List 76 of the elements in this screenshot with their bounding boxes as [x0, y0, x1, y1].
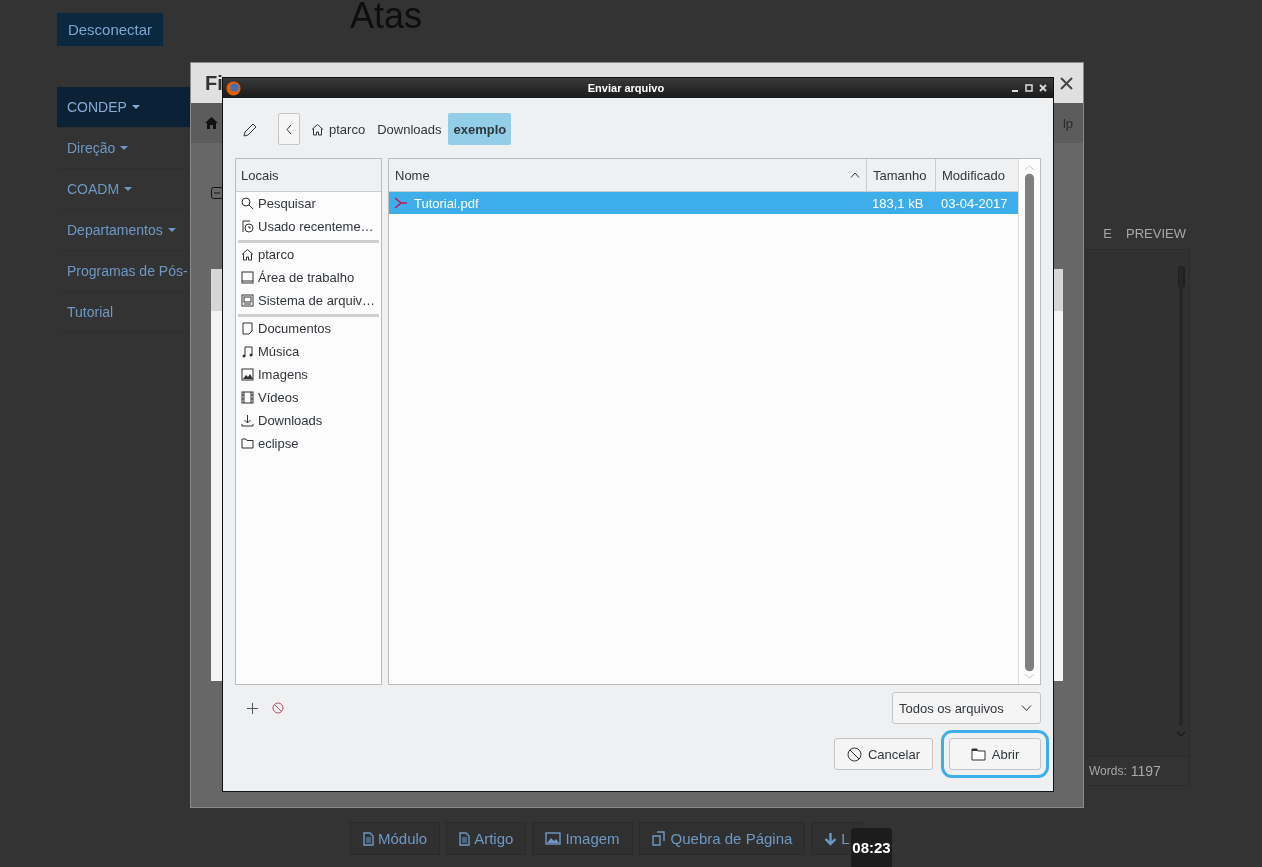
column-header[interactable]: Tamanho — [867, 159, 936, 191]
place-item[interactable]: Pesquisar — [238, 192, 379, 215]
download-icon — [241, 414, 254, 427]
place-item[interactable]: Sistema de arquiv… — [238, 289, 379, 312]
folder-icon — [241, 437, 254, 450]
pencil-icon[interactable] — [243, 121, 258, 137]
drive-icon — [241, 294, 254, 307]
home-icon — [311, 122, 324, 136]
word-count-label: Words: — [1089, 764, 1127, 778]
place-label: Pesquisar — [258, 196, 316, 211]
monitor-icon — [241, 271, 254, 284]
file-name: Tutorial.pdf — [414, 195, 479, 211]
cancel-icon — [846, 746, 862, 762]
insert-button[interactable]: Artigo — [446, 822, 527, 855]
search-icon — [241, 197, 254, 210]
remove-icon[interactable] — [272, 702, 284, 714]
pdf-icon — [394, 197, 408, 209]
window-title: Enviar arquivo — [586, 82, 666, 94]
insert-button[interactable]: Módulo — [350, 822, 441, 855]
collapse-icon[interactable] — [211, 187, 223, 199]
home-icon — [241, 248, 254, 261]
path-button[interactable]: ptarco — [306, 113, 371, 145]
place-item[interactable]: Documentos — [238, 317, 379, 340]
place-label: Documentos — [258, 321, 331, 336]
document-icon — [241, 322, 254, 335]
word-count: 1197 — [1130, 763, 1161, 779]
chevron-left-icon — [286, 123, 292, 135]
place-label: Downloads — [258, 413, 323, 428]
film-icon — [241, 391, 254, 404]
picture-icon — [241, 368, 254, 381]
place-label: ptarco — [258, 247, 295, 262]
image-icon — [545, 832, 562, 845]
place-item[interactable]: Vídeos — [238, 386, 379, 409]
place-item[interactable]: Downloads — [238, 409, 379, 432]
place-item[interactable]: Imagens — [238, 363, 379, 386]
timestamp-toast: 08:23 — [851, 828, 892, 867]
file-type-dropdown[interactable]: Todos os arquivos — [892, 692, 1041, 724]
place-item[interactable]: Música — [238, 340, 379, 363]
file-size: 183,1 kB — [872, 195, 924, 211]
editor-tab[interactable]: E — [1103, 225, 1113, 241]
place-item[interactable]: Usado recenteme… — [238, 215, 379, 238]
place-label: Imagens — [258, 367, 308, 382]
column-header[interactable]: Nome — [389, 159, 867, 191]
dialog-button[interactable]: Cancelar — [833, 738, 933, 770]
document-icon — [363, 831, 374, 846]
add-icon[interactable] — [247, 702, 258, 714]
folder-icon — [970, 747, 986, 761]
maximize-icon[interactable] — [1025, 84, 1033, 92]
home-icon[interactable] — [205, 117, 218, 129]
place-item[interactable]: Área de trabalho — [238, 266, 379, 289]
dialog-button[interactable]: Abrir — [949, 738, 1041, 770]
chevron-down-icon — [1021, 705, 1032, 711]
insert-button[interactable]: Quebra de Página — [638, 822, 806, 855]
place-label: Sistema de arquiv… — [258, 293, 376, 308]
close-icon[interactable] — [1060, 76, 1073, 90]
place-label: Música — [258, 344, 300, 359]
copy-icon — [651, 831, 667, 846]
document-icon — [459, 831, 471, 846]
editor-tab[interactable]: PREVIEW — [1126, 225, 1186, 241]
column-header[interactable]: Modificado — [936, 159, 1018, 191]
place-label: Usado recenteme… — [258, 219, 374, 234]
music-note-icon — [241, 345, 254, 358]
place-label: Área de trabalho — [258, 270, 355, 285]
place-item[interactable]: ptarco — [238, 243, 379, 266]
clock-icon — [241, 220, 254, 233]
place-label: Vídeos — [258, 390, 299, 405]
place-item[interactable]: eclipse — [238, 432, 379, 455]
place-label: eclipse — [258, 436, 299, 451]
path-button[interactable]: exemplo — [448, 113, 512, 145]
browser-logo-icon — [226, 80, 241, 96]
path-button[interactable]: Downloads — [372, 113, 447, 145]
logout-button[interactable]: Desconectar — [57, 13, 163, 46]
file-date: 03-04-2017 — [941, 195, 1008, 211]
insert-button[interactable]: Imagem — [532, 822, 633, 855]
panel-header: Locais — [236, 159, 381, 192]
arrow-down-icon — [824, 831, 838, 846]
